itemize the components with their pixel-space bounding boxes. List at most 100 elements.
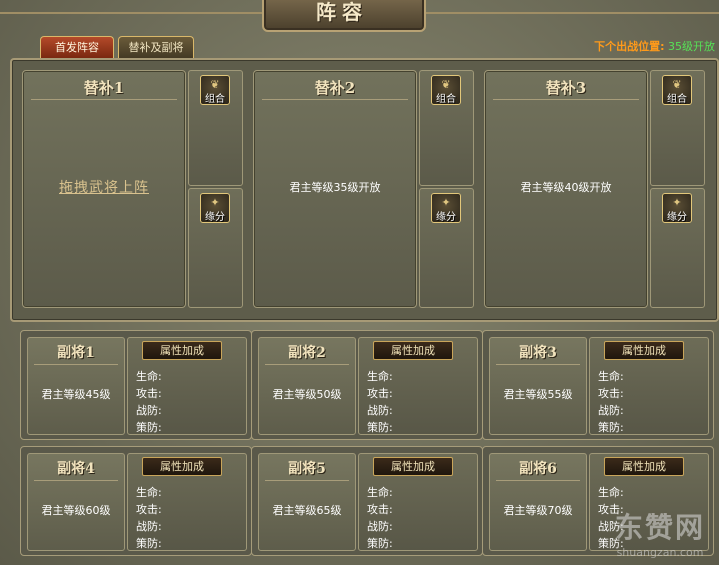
deputy-title: 副将3 xyxy=(519,345,557,361)
deputy-title: 副将4 xyxy=(57,461,95,477)
attribute-bonus-button[interactable]: 属性加成 xyxy=(142,341,222,360)
watermark-text: 东赞网 xyxy=(614,511,705,544)
combo-panel-3: ❦ 组合 xyxy=(650,70,705,186)
deputy-title-divider xyxy=(265,480,349,481)
deputy-title: 副将6 xyxy=(519,461,557,477)
sub-title: 替补1 xyxy=(83,79,125,97)
deputy-unlock-level: 君主等级45级 xyxy=(41,388,111,401)
stat-strategy-defense: 策防: xyxy=(136,421,162,434)
site-watermark: 东赞网 shuangzan.com xyxy=(615,506,705,559)
stat-hp: 生命: xyxy=(598,370,624,383)
deputy-title: 副将2 xyxy=(288,345,326,361)
deputy-unlock-level: 君主等级50级 xyxy=(272,388,342,401)
combo-button-1[interactable]: ❦ 组合 xyxy=(200,75,230,105)
deputy-stats-panel: 属性加成 生命: 攻击: 战防: 策防: xyxy=(127,337,247,435)
stat-attack: 攻击: xyxy=(136,387,162,400)
title-divider-left xyxy=(0,12,262,14)
sub-title-divider xyxy=(262,99,408,100)
attribute-bonus-button[interactable]: 属性加成 xyxy=(604,457,684,476)
stat-war-defense: 战防: xyxy=(598,404,624,417)
deputy-portrait-slot[interactable]: 副将5 君主等级65级 xyxy=(258,453,356,551)
deputy-card-1[interactable]: 副将1 君主等级45级 属性加成 生命: 攻击: 战防: 策防: xyxy=(20,330,252,440)
tab-subs-deputies[interactable]: 替补及副将 xyxy=(118,36,194,58)
stat-attack: 攻击: xyxy=(136,503,162,516)
deputy-card-3[interactable]: 副将3 君主等级55级 属性加成 生命: 攻击: 战防: 策防: xyxy=(482,330,714,440)
fate-label: 缘分 xyxy=(436,212,456,223)
combo-label: 组合 xyxy=(667,94,687,105)
fate-button-3[interactable]: ✦ 缘分 xyxy=(662,193,692,223)
next-position-label: 下个出战位置: xyxy=(594,40,665,53)
deputy-card-4[interactable]: 副将4 君主等级60级 属性加成 生命: 攻击: 战防: 策防: xyxy=(20,446,252,556)
stat-war-defense: 战防: xyxy=(136,404,162,417)
deputy-unlock-level: 君主等级60级 xyxy=(41,504,111,517)
deputy-portrait-slot[interactable]: 副将4 君主等级60级 xyxy=(27,453,125,551)
fate-label: 缘分 xyxy=(667,212,687,223)
combo-label: 组合 xyxy=(436,94,456,105)
stat-war-defense: 战防: xyxy=(367,404,393,417)
deputy-title-divider xyxy=(34,364,118,365)
sub-slot-2[interactable]: 替补2 君主等级35级开放 xyxy=(253,70,417,308)
deputy-unlock-level: 君主等级65级 xyxy=(272,504,342,517)
deputy-portrait-slot[interactable]: 副将6 君主等级70级 xyxy=(489,453,587,551)
fate-button-2[interactable]: ✦ 缘分 xyxy=(431,193,461,223)
fate-panel-3: ✦ 缘分 xyxy=(650,188,705,308)
combo-panel-1: ❦ 组合 xyxy=(188,70,243,186)
sub-title-divider xyxy=(493,99,639,100)
fate-label: 缘分 xyxy=(205,212,225,223)
stat-strategy-defense: 策防: xyxy=(598,421,624,434)
deputy-stats-panel: 属性加成 生命: 攻击: 战防: 策防: xyxy=(127,453,247,551)
deputy-unlock-level: 君主等级55级 xyxy=(503,388,573,401)
sub-slot-1[interactable]: 替补1 拖拽武将上阵 xyxy=(22,70,186,308)
deputy-card-5[interactable]: 副将5 君主等级65级 属性加成 生命: 攻击: 战防: 策防: xyxy=(251,446,483,556)
attribute-bonus-button[interactable]: 属性加成 xyxy=(373,457,453,476)
stat-attack: 攻击: xyxy=(367,387,393,400)
deputy-title: 副将1 xyxy=(57,345,95,361)
stat-war-defense: 战防: xyxy=(136,520,162,533)
stat-strategy-defense: 策防: xyxy=(367,421,393,434)
stat-attack: 攻击: xyxy=(598,387,624,400)
stat-hp: 生命: xyxy=(136,370,162,383)
deputy-portrait-slot[interactable]: 副将1 君主等级45级 xyxy=(27,337,125,435)
drag-general-hint: 拖拽武将上阵 xyxy=(59,180,149,196)
fate-button-1[interactable]: ✦ 缘分 xyxy=(200,193,230,223)
stat-hp: 生命: xyxy=(367,370,393,383)
combo-button-2[interactable]: ❦ 组合 xyxy=(431,75,461,105)
deputy-portrait-slot[interactable]: 副将3 君主等级55级 xyxy=(489,337,587,435)
deputy-portrait-slot[interactable]: 副将2 君主等级50级 xyxy=(258,337,356,435)
stat-hp: 生命: xyxy=(136,486,162,499)
tab-starting-lineup[interactable]: 首发阵容 xyxy=(40,36,114,58)
stat-hp: 生命: xyxy=(367,486,393,499)
deputy-card-2[interactable]: 副将2 君主等级50级 属性加成 生命: 攻击: 战防: 策防: xyxy=(251,330,483,440)
combo-button-3[interactable]: ❦ 组合 xyxy=(662,75,692,105)
deputy-title-divider xyxy=(265,364,349,365)
stat-war-defense: 战防: xyxy=(367,520,393,533)
next-position-value: 35级开放 xyxy=(668,40,715,53)
fate-panel-2: ✦ 缘分 xyxy=(419,188,474,308)
attribute-bonus-button[interactable]: 属性加成 xyxy=(373,341,453,360)
attribute-bonus-button[interactable]: 属性加成 xyxy=(604,341,684,360)
deputy-title-divider xyxy=(496,480,580,481)
deputy-title: 副将5 xyxy=(288,461,326,477)
sub-title: 替补2 xyxy=(314,79,356,97)
sub-slot-3[interactable]: 替补3 君主等级40级开放 xyxy=(484,70,648,308)
unlock-message: 君主等级40级开放 xyxy=(520,181,612,194)
deputy-stats-panel: 属性加成 生命: 攻击: 战防: 策防: xyxy=(589,337,709,435)
stat-strategy-defense: 策防: xyxy=(136,537,162,550)
deputy-stats-panel: 属性加成 生命: 攻击: 战防: 策防: xyxy=(358,453,478,551)
next-position-info: 下个出战位置: 35级开放 xyxy=(594,38,715,54)
deputy-stats-panel: 属性加成 生命: 攻击: 战防: 策防: xyxy=(358,337,478,435)
combo-panel-2: ❦ 组合 xyxy=(419,70,474,186)
deputy-unlock-level: 君主等级70级 xyxy=(503,504,573,517)
attribute-bonus-button[interactable]: 属性加成 xyxy=(142,457,222,476)
page-title: 阵容 xyxy=(316,0,368,24)
unlock-message: 君主等级35级开放 xyxy=(289,181,381,194)
stat-strategy-defense: 策防: xyxy=(367,537,393,550)
sub-title-divider xyxy=(31,99,177,100)
combo-label: 组合 xyxy=(205,94,225,105)
watermark-url: shuangzan.com xyxy=(616,546,704,559)
title-divider-right xyxy=(422,12,719,14)
fate-panel-1: ✦ 缘分 xyxy=(188,188,243,308)
deputy-title-divider xyxy=(496,364,580,365)
stat-hp: 生命: xyxy=(598,486,624,499)
stat-attack: 攻击: xyxy=(367,503,393,516)
